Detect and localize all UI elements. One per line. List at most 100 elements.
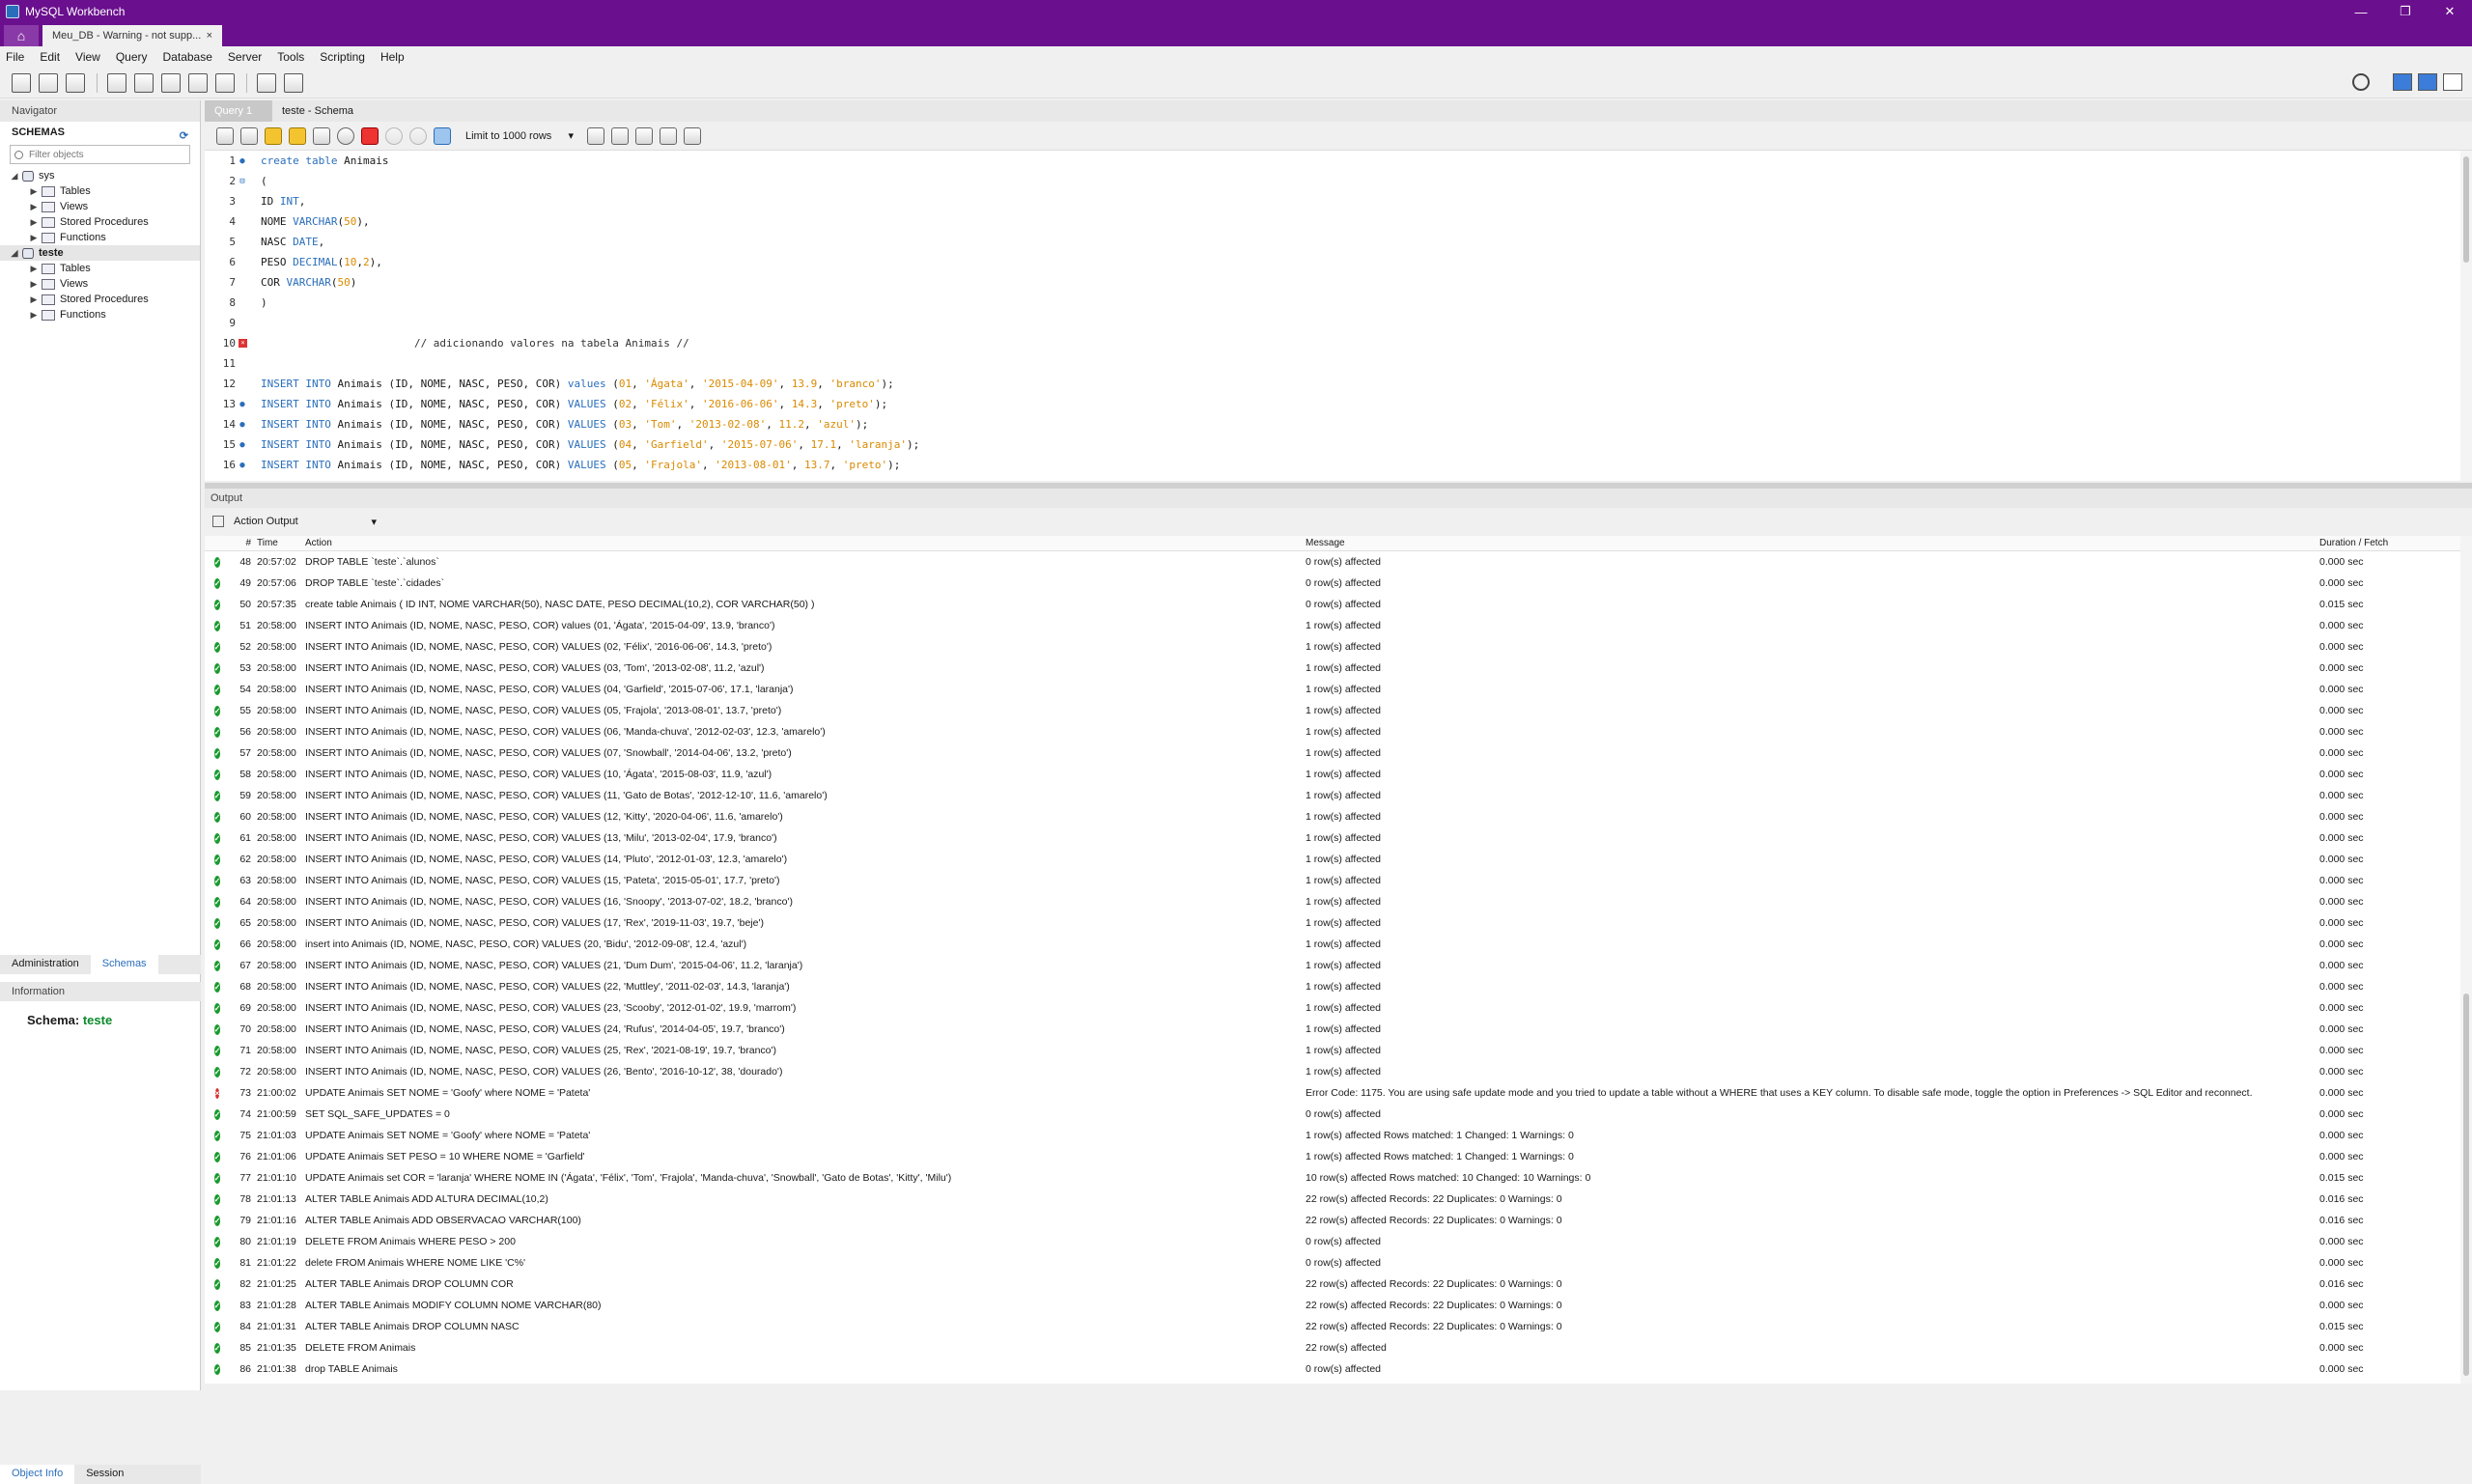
output-row[interactable]: ✓ 86 21:01:38 drop TABLE Animais 0 row(s) af… (205, 1358, 2460, 1380)
output-row[interactable]: ✓ 66 20:58:00 insert into Animais (ID, NOME… (205, 934, 2460, 955)
menu-server[interactable]: Server (228, 50, 262, 64)
code-line[interactable]: 10 × // adicionando valores na tabela Ani… (205, 333, 2460, 353)
code-line[interactable]: 11 (205, 353, 2460, 374)
output-row[interactable]: ✓ 63 20:58:00 INSERT INTO Animais (ID, NOME… (205, 870, 2460, 891)
menu-file[interactable]: File (6, 50, 24, 64)
code-line[interactable]: 9 (205, 313, 2460, 333)
code-line[interactable]: 16 ● INSERT INTO Animais (ID, NOME, NASC, … (205, 455, 2460, 475)
limit-rows-select[interactable]: Limit to 1000 rows ▾ (462, 126, 577, 146)
column-header-message[interactable]: Message (1306, 538, 2319, 548)
autocommit-icon[interactable] (434, 126, 451, 145)
output-row[interactable]: ✓ 64 20:58:00 INSERT INTO Animais (ID, NOME… (205, 891, 2460, 912)
output-row[interactable]: ✓ 65 20:58:00 INSERT INTO Animais (ID, NOME… (205, 912, 2460, 934)
collapse-arrow-icon[interactable]: ▶ (29, 202, 39, 212)
beautify-icon[interactable] (587, 126, 604, 145)
close-tab-icon[interactable]: × (207, 30, 212, 42)
new-sql-tab-icon[interactable] (12, 72, 31, 93)
collapse-arrow-icon[interactable]: ▶ (29, 217, 39, 228)
menu-query[interactable]: Query (116, 50, 148, 64)
close-button[interactable]: ✕ (2428, 0, 2472, 23)
code-line[interactable]: 7 COR VARCHAR(50) (205, 272, 2460, 293)
output-row[interactable]: ✓ 67 20:58:00 INSERT INTO Animais (ID, NOME… (205, 955, 2460, 976)
code-line[interactable]: 3 ID INT, (205, 191, 2460, 211)
output-row[interactable]: ✓ 77 21:01:10 UPDATE Animais set COR = 'lar… (205, 1167, 2460, 1189)
find-icon[interactable] (611, 126, 629, 145)
output-scrollbar-thumb[interactable] (2463, 994, 2469, 1376)
output-row[interactable]: ✓ 53 20:58:00 INSERT INTO Animais (ID, NOME… (205, 658, 2460, 679)
execute-icon[interactable] (265, 126, 282, 145)
output-row[interactable]: ✓ 57 20:58:00 INSERT INTO Animais (ID, NOME… (205, 742, 2460, 764)
save-icon[interactable] (240, 126, 258, 145)
expand-arrow-icon[interactable]: ◢ (10, 171, 19, 182)
output-row[interactable]: ✓ 72 20:58:00 INSERT INTO Animais (ID, NOME… (205, 1061, 2460, 1082)
output-row[interactable]: ✓ 68 20:58:00 INSERT INTO Animais (ID, NOME… (205, 976, 2460, 997)
tab-teste-schema[interactable]: teste - Schema (272, 100, 363, 122)
menu-tools[interactable]: Tools (277, 50, 304, 64)
output-row[interactable]: ✓ 62 20:58:00 INSERT INTO Animais (ID, NOME… (205, 849, 2460, 870)
menu-view[interactable]: View (75, 50, 100, 64)
stop-icon[interactable] (337, 126, 354, 145)
output-row[interactable]: ✓ 51 20:58:00 INSERT INTO Animais (ID, NOME… (205, 615, 2460, 636)
output-row[interactable]: ✓ 76 21:01:06 UPDATE Animais SET PESO = 10 … (205, 1146, 2460, 1167)
output-row[interactable]: ✓ 84 21:01:31 ALTER TABLE Animais DROP COLU… (205, 1316, 2460, 1337)
output-row[interactable]: ✓ 83 21:01:28 ALTER TABLE Animais MODIFY CO… (205, 1295, 2460, 1316)
output-row[interactable]: ✓ 85 21:01:35 DELETE FROM Animais 22 row(s) … (205, 1337, 2460, 1358)
column-header-time[interactable]: Time (257, 538, 305, 548)
sql-code-editor[interactable]: 1 ● create table Animais 2 ⊟(3 ID INT, 4 NOME V… (205, 151, 2460, 481)
output-row[interactable]: ✓ 54 20:58:00 INSERT INTO Animais (ID, NOME… (205, 679, 2460, 700)
collapse-arrow-icon[interactable]: ▶ (29, 233, 39, 243)
tab-administration[interactable]: Administration (0, 955, 91, 974)
tab-session[interactable]: Session (74, 1465, 135, 1484)
create-schema-icon[interactable] (107, 72, 126, 93)
tree-folder-item[interactable]: ▶ Functions (0, 307, 200, 322)
output-row[interactable]: ✓ 61 20:58:00 INSERT INTO Animais (ID, NOME… (205, 827, 2460, 849)
menu-database[interactable]: Database (163, 50, 212, 64)
invisible-chars-icon[interactable] (660, 126, 677, 145)
filter-objects-input[interactable]: Filter objects (10, 145, 190, 164)
output-row[interactable]: ✓ 81 21:01:22 delete FROM Animais WHERE NOM… (205, 1252, 2460, 1274)
output-type-select[interactable]: Action Output ▾ (234, 516, 377, 528)
tree-schema-sys[interactable]: ◢ sys (0, 168, 200, 183)
open-sql-script-icon[interactable] (39, 72, 58, 93)
open-file-icon[interactable] (216, 126, 234, 145)
code-line[interactable]: 8) (205, 293, 2460, 313)
tab-schemas[interactable]: Schemas (90, 955, 158, 974)
refresh-icon[interactable]: ⟳ (180, 126, 188, 147)
connection-tab[interactable]: Meu_DB - Warning - not supp... × (42, 25, 222, 46)
create-procedure-icon[interactable] (188, 72, 208, 93)
code-line[interactable]: 1 ● create table Animais (205, 151, 2460, 171)
reconnect-icon[interactable] (284, 72, 303, 93)
code-line[interactable]: 6 PESO DECIMAL(10,2), (205, 252, 2460, 272)
code-line[interactable]: 5 NASC DATE, (205, 232, 2460, 252)
output-row[interactable]: ✓ 70 20:58:00 INSERT INTO Animais (ID, NOME… (205, 1019, 2460, 1040)
collapse-arrow-icon[interactable]: ▶ (29, 264, 39, 274)
output-row[interactable]: ✓ 74 21:00:59 SET SQL_SAFE_UPDATES = 0 0 row… (205, 1104, 2460, 1125)
toggle-secondary-sidebar-icon[interactable] (2443, 73, 2462, 91)
tree-folder-item[interactable]: ▶ Functions (0, 230, 200, 245)
output-row[interactable]: × 73 21:00:02 UPDATE Animais SET NOME = 'Go… (205, 1082, 2460, 1104)
menu-help[interactable]: Help (380, 50, 405, 64)
column-header-number[interactable]: # (218, 538, 257, 548)
copy-icon[interactable] (212, 516, 224, 527)
editor-scrollbar[interactable] (2460, 151, 2472, 481)
output-row[interactable]: ✓ 69 20:58:00 INSERT INTO Animais (ID, NOME… (205, 997, 2460, 1019)
output-row[interactable]: ✓ 48 20:57:02 DROP TABLE `teste`.`alunos` 0 … (205, 551, 2460, 573)
output-row[interactable]: ✓ 78 21:01:13 ALTER TABLE Animais ADD ALTUR… (205, 1189, 2460, 1210)
column-header-action[interactable]: Action (305, 538, 1306, 548)
code-line[interactable]: 15 ● INSERT INTO Animais (ID, NOME, NASC, … (205, 434, 2460, 455)
tree-folder-item[interactable]: ▶ Views (0, 276, 200, 292)
create-table-icon[interactable] (134, 72, 154, 93)
output-row[interactable]: ✓ 71 20:58:00 INSERT INTO Animais (ID, NOME… (205, 1040, 2460, 1061)
output-row[interactable]: ✓ 60 20:58:00 INSERT INTO Animais (ID, NOME… (205, 806, 2460, 827)
code-line[interactable]: 2 ⊟ ( (205, 171, 2460, 191)
tree-folder-item[interactable]: ▶ Tables (0, 183, 200, 199)
output-row[interactable]: ✓ 80 21:01:19 DELETE FROM Animais WHERE PES… (205, 1231, 2460, 1252)
editor-scrollbar-thumb[interactable] (2463, 156, 2469, 263)
tab-query-1[interactable]: Query 1 (205, 100, 272, 122)
maximize-button[interactable]: ❐ (2383, 0, 2428, 23)
toggle-output-icon[interactable] (2418, 73, 2437, 91)
execute-current-icon[interactable] (289, 126, 306, 145)
wrap-lines-icon[interactable] (684, 126, 701, 145)
explain-icon[interactable] (313, 126, 330, 145)
tree-schema-teste[interactable]: ◢ teste (0, 245, 200, 261)
